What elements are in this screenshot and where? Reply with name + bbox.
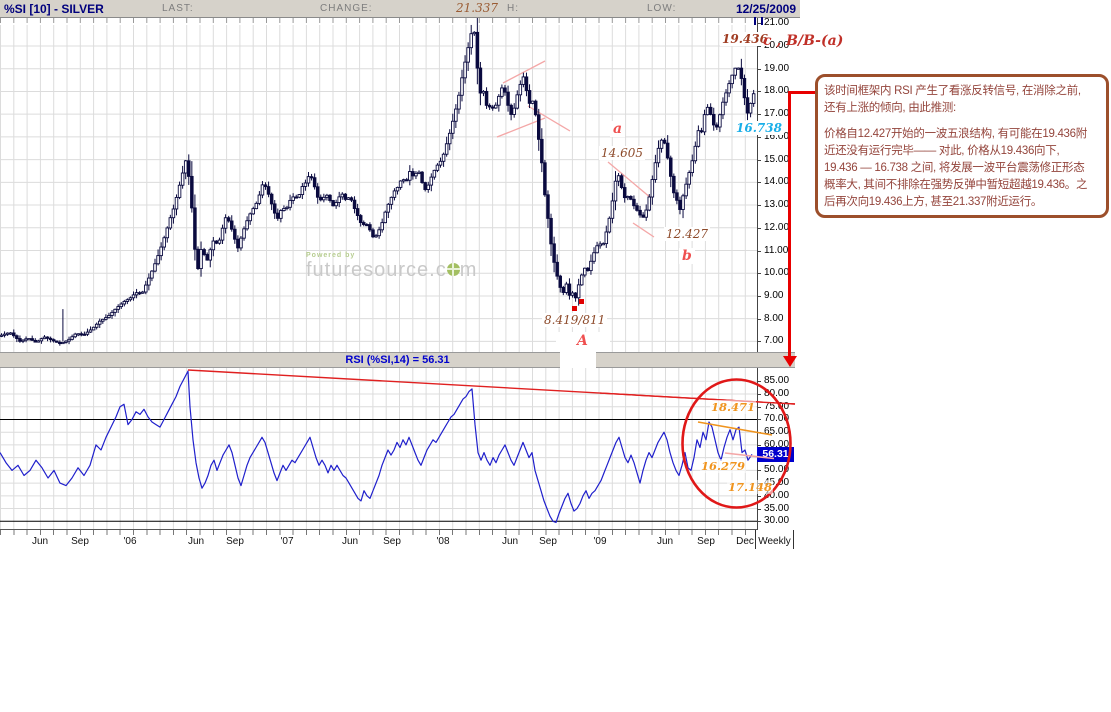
low-marker-square-2 <box>579 299 584 304</box>
price-axis-label: 11.00 <box>756 244 790 256</box>
rsi-axis-label: 85.00 <box>756 375 791 387</box>
x-axis-label: '06 <box>123 536 137 547</box>
analysis-note-line: 近还没有运行完毕—— 对此, 价格从19.436向下, <box>824 145 1060 157</box>
wave-label-A: A <box>574 333 591 349</box>
x-axis-label: Sep <box>71 536 89 547</box>
x-axis-label: '08 <box>436 536 450 547</box>
analysis-note-box: 该时间框架内 RSI 产生了看涨反转信号, 在消除之前, 还有上涨的倾向, 由此推… <box>815 74 1109 218</box>
x-axis-label: Sep <box>226 536 244 547</box>
low-marker-square-1 <box>572 306 577 311</box>
price-label-16738: 16.738 <box>734 121 784 135</box>
chart-application-window: %SI [10] - SILVER LAST: CHANGE: 21.337 H… <box>0 0 1111 712</box>
price-axis-label: 10.00 <box>756 267 791 279</box>
h-label: H: <box>507 3 519 14</box>
price-axis-label: 9.00 <box>756 289 785 301</box>
current-date-marker <box>754 17 763 25</box>
price-label-8419: 8.419/811 <box>542 313 608 327</box>
wave-label-a: a <box>610 121 626 137</box>
rsi-axis-label: 35.00 <box>756 502 791 514</box>
analysis-note-line: 该时间框架内 RSI 产生了看涨反转信号, 在消除之前, <box>824 85 1081 97</box>
watermark-powered-by: Powered by <box>306 252 356 259</box>
x-axis-label: '07 <box>280 536 294 547</box>
price-svg <box>0 18 758 352</box>
price-axis-label: 12.00 <box>756 221 791 233</box>
price-axis-label: 21.00 <box>756 17 791 29</box>
timeframe-label: Weekly <box>758 536 791 547</box>
globe-icon <box>446 263 460 276</box>
watermark-brand-left: futuresource.c <box>306 259 447 281</box>
x-axis-tick-strip <box>0 530 757 535</box>
x-axis-label: Sep <box>539 536 557 547</box>
x-axis-label: Sep <box>697 536 715 547</box>
note-arrow-connector <box>791 91 815 94</box>
watermark-brand-right: m <box>459 259 478 281</box>
note-arrow-head-icon <box>783 356 797 367</box>
x-axis-label: Jun <box>656 536 674 547</box>
wave-label-c-bb-a: c , B/B-(a) <box>763 33 844 49</box>
rsi-chart-area[interactable] <box>0 368 800 530</box>
x-axis-label: Jun <box>187 536 205 547</box>
rsi-divergence-price-label: 18.471 <box>710 400 757 414</box>
price-axis-label: 8.00 <box>756 312 785 324</box>
x-axis-label: Jun <box>31 536 49 547</box>
axis-separator-line <box>793 530 794 549</box>
note-arrow-line <box>788 91 791 356</box>
analysis-note-line: 还有上涨的倾向, 由此推测: <box>824 102 956 114</box>
symbol-title: %SI [10] - SILVER <box>4 2 104 16</box>
x-axis-label: Sep <box>383 536 401 547</box>
watermark: Powered by futuresource.c m <box>306 252 477 282</box>
analysis-note-line <box>824 117 1102 126</box>
header-bar: %SI [10] - SILVER LAST: CHANGE: 21.337 H… <box>0 0 800 18</box>
rsi-axis-label: 75.00 <box>756 400 791 412</box>
high-annotation-21337: 21.337 <box>456 1 498 15</box>
rsi-axis-label: 80.00 <box>756 388 791 400</box>
label-backing <box>560 352 596 368</box>
last-label: LAST: <box>162 3 194 14</box>
rsi-axis-label: 30.00 <box>756 515 791 527</box>
rsi-axis-label: 70.00 <box>756 413 791 425</box>
price-axis-label: 17.00 <box>756 108 791 120</box>
rsi-svg <box>0 368 796 530</box>
price-label-12427: 12.427 <box>664 227 710 241</box>
price-label-14605: 14.605 <box>599 146 645 160</box>
price-axis-label: 15.00 <box>756 153 791 165</box>
rsi-divergence-price-label: 16.279 <box>700 459 747 473</box>
x-axis-label: '09 <box>593 536 607 547</box>
price-axis-label: 18.00 <box>756 85 791 97</box>
watermark-brand: futuresource.c m <box>306 259 477 282</box>
wave-label-b: b <box>679 248 695 264</box>
rsi-divergence-price-label: 17.148 <box>727 480 774 494</box>
price-chart-area[interactable] <box>0 18 800 352</box>
price-axis-label: 14.00 <box>756 176 791 188</box>
price-axis-label: 19.00 <box>756 62 791 74</box>
analysis-note-line: 19.436 — 16.738 之间, 将发展一波平台震荡修正形态 <box>824 162 1085 174</box>
rsi-panel-titlebar: RSI (%SI,14) = 56.31 <box>0 352 795 368</box>
price-axis-label: 13.00 <box>756 199 791 211</box>
chart-date: 12/25/2009 <box>735 2 796 16</box>
x-axis-label: Jun <box>341 536 359 547</box>
low-label: LOW: <box>647 3 677 14</box>
change-label: CHANGE: <box>320 3 373 14</box>
rsi-axis-label: 50.00 <box>756 464 791 476</box>
rsi-current-value-badge: 56.31 <box>757 447 794 462</box>
analysis-note-line: 概率大, 其间不排除在强势反弹中暂短超越19.436。之 <box>824 179 1088 191</box>
analysis-note-line: 价格自12.427开始的一波五浪结构, 有可能在19.436附 <box>824 128 1087 140</box>
rsi-panel-title: RSI (%SI,14) = 56.31 <box>345 354 450 366</box>
rsi-axis-label: 65.00 <box>756 426 791 438</box>
analysis-note-line: 后再次向19.436上方, 甚至21.337附近运行。 <box>824 196 1043 208</box>
price-axis-label: 7.00 <box>756 335 785 347</box>
